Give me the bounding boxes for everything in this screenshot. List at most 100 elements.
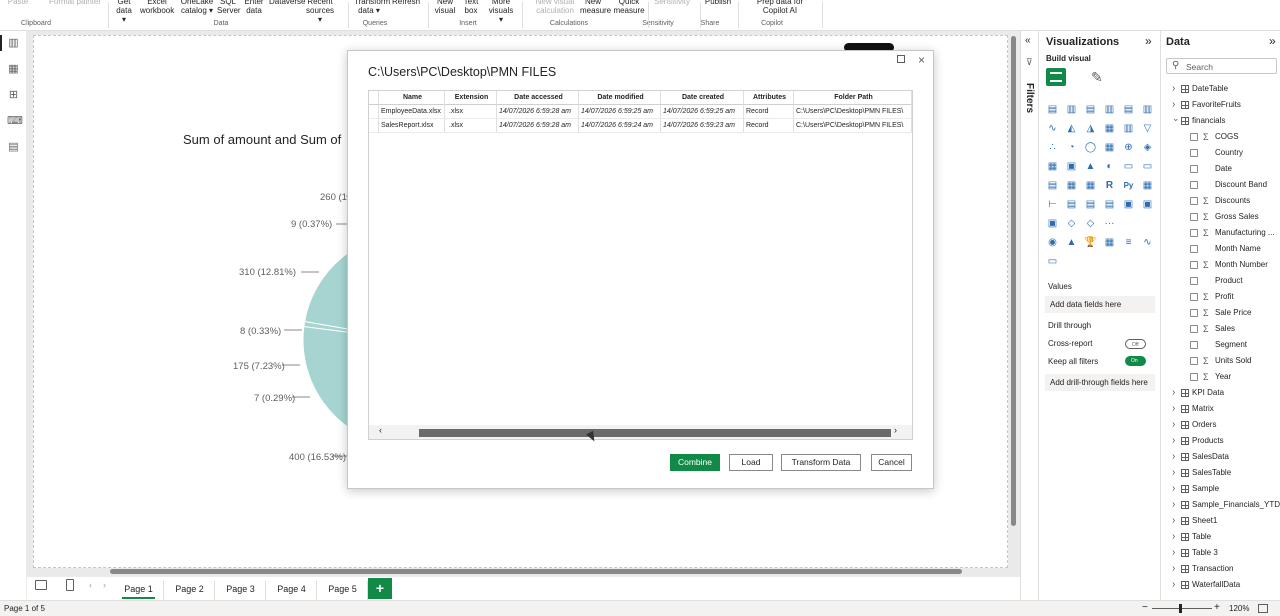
chevron-right-icon[interactable]: › [1172, 529, 1175, 545]
table-node[interactable]: ⌄ financials [1161, 113, 1280, 129]
ribbon-item-9[interactable]: Transform data ▾ [354, 0, 390, 15]
field-item[interactable]: Date [1161, 161, 1280, 177]
chevron-down-icon[interactable]: ⌄ [1172, 110, 1180, 126]
ribbon-item-17[interactable]: Sensitivity [654, 0, 690, 6]
build-visual-tab-icon[interactable] [1046, 68, 1066, 86]
field-checkbox[interactable] [1190, 309, 1198, 317]
power-apps-icon[interactable]: ▣ [1122, 198, 1135, 211]
canvas-vertical-scrollbar[interactable] [1011, 36, 1016, 526]
visual-type-icon[interactable]: ▲ [1065, 236, 1078, 249]
column-header[interactable]: Date created [661, 91, 744, 105]
zoom-out-icon[interactable]: − [1142, 602, 1148, 613]
table-node[interactable]: › KPI Data [1161, 385, 1280, 401]
treemap-icon[interactable]: ▦ [1103, 141, 1116, 154]
ribbon-item-6[interactable]: Enter data [244, 0, 264, 15]
table-node[interactable]: › Orders [1161, 417, 1280, 433]
chevron-right-icon[interactable]: › [1172, 81, 1175, 97]
chevron-right-icon[interactable]: › [1172, 513, 1175, 529]
field-item[interactable]: Σ Month Number [1161, 257, 1280, 273]
table-view-icon[interactable]: ▦ [7, 63, 20, 75]
card-icon[interactable]: ◐ [1103, 160, 1116, 173]
table-node[interactable]: › SalesData [1161, 449, 1280, 465]
scroll-left-icon[interactable]: ‹ [379, 425, 382, 435]
keep-filters-toggle[interactable]: On [1125, 356, 1146, 366]
table-icon[interactable]: ▦ [1065, 179, 1078, 192]
donut-icon[interactable]: ◯ [1084, 141, 1097, 154]
multi-row-card-icon[interactable]: ▭ [1122, 160, 1135, 173]
cancel-button[interactable]: Cancel [871, 454, 912, 471]
ribbon-item-18[interactable]: Publish [704, 0, 732, 6]
cross-report-toggle[interactable]: Off [1125, 339, 1146, 349]
field-checkbox[interactable] [1190, 373, 1198, 381]
collapse-viz-icon[interactable]: » [1145, 34, 1152, 48]
field-checkbox[interactable] [1190, 133, 1198, 141]
field-item[interactable]: Σ Profit [1161, 289, 1280, 305]
ribbon-item-10[interactable]: Refresh [392, 0, 420, 6]
ribbon-item-8[interactable]: Recent sources ▾ [306, 0, 334, 24]
field-item[interactable]: Discount Band [1161, 177, 1280, 193]
model-view-icon[interactable]: ⊞ [7, 89, 20, 101]
field-checkbox[interactable] [1190, 149, 1198, 157]
matrix-icon[interactable]: ▦ [1084, 179, 1097, 192]
100-column-icon[interactable]: ▥ [1141, 103, 1154, 116]
values-well[interactable]: Add data fields here [1045, 296, 1155, 313]
field-item[interactable]: Month Name [1161, 241, 1280, 257]
fit-to-page-icon[interactable] [1258, 604, 1268, 613]
visual-type-icon[interactable]: ▭ [1046, 255, 1059, 268]
visual-type-icon[interactable]: ▦ [1103, 236, 1116, 249]
tmdl-view-icon[interactable]: ▤ [7, 141, 20, 153]
table-node[interactable]: › Sheet1 [1161, 513, 1280, 529]
field-checkbox[interactable] [1190, 197, 1198, 205]
field-item[interactable]: Country [1161, 145, 1280, 161]
field-checkbox[interactable] [1190, 341, 1198, 349]
row-selector[interactable] [369, 119, 379, 133]
table-node[interactable]: › DateTable [1161, 81, 1280, 97]
close-icon[interactable]: × [918, 53, 925, 67]
transform-data-button[interactable]: Transform Data [781, 454, 861, 471]
chevron-right-icon[interactable]: › [1172, 433, 1175, 449]
shape-map-icon[interactable]: ▦ [1046, 160, 1059, 173]
collapse-filters-icon[interactable]: « [1025, 35, 1031, 46]
field-checkbox[interactable] [1190, 325, 1198, 333]
chevron-right-icon[interactable]: › [1172, 449, 1175, 465]
page-tab-4[interactable]: Page 4 [267, 581, 317, 601]
org-chart-icon[interactable]: ◇ [1065, 217, 1078, 230]
next-page-icon[interactable]: › [103, 580, 106, 590]
chevron-right-icon[interactable]: › [1172, 545, 1175, 561]
report-view-icon[interactable]: ▥ [0, 35, 20, 51]
prev-page-icon[interactable]: ‹ [89, 580, 92, 590]
visual-type-icon[interactable]: ∿ [1141, 236, 1154, 249]
field-checkbox[interactable] [1190, 277, 1198, 285]
area-chart-icon[interactable]: ◭ [1065, 122, 1078, 135]
zoom-in-icon[interactable]: + [1214, 602, 1220, 613]
zoom-slider[interactable] [1152, 608, 1212, 609]
table-horizontal-scrollbar[interactable]: ‹ › [369, 425, 912, 439]
clustered-column-icon[interactable]: ▥ [1065, 103, 1078, 116]
column-header[interactable]: Extension [445, 91, 497, 105]
line-chart-icon[interactable]: ∿ [1046, 122, 1059, 135]
collapse-data-icon[interactable]: » [1269, 34, 1276, 48]
ribbon-item-13[interactable]: More visuals ▾ [486, 0, 516, 24]
field-checkbox[interactable] [1190, 261, 1198, 269]
azure-map-icon[interactable]: ▣ [1065, 160, 1078, 173]
table-node[interactable]: › Sample [1161, 481, 1280, 497]
field-checkbox[interactable] [1190, 229, 1198, 237]
ribbon-item-2[interactable]: Get data ▾ [114, 0, 134, 24]
ribbon-item-15[interactable]: New measure [580, 0, 611, 15]
column-header[interactable]: Date modified [579, 91, 661, 105]
more-visuals-icon[interactable]: ◇ [1084, 217, 1097, 230]
qa-icon[interactable]: ▤ [1065, 198, 1078, 211]
zoom-slider-thumb[interactable] [1179, 604, 1182, 613]
desktop-layout-icon[interactable] [35, 580, 47, 590]
filters-label[interactable]: Filters [1024, 83, 1035, 113]
field-item[interactable]: Σ Manufacturing ... [1161, 225, 1280, 241]
table-node[interactable]: › Table [1161, 529, 1280, 545]
stacked-column-icon[interactable]: ▥ [1103, 103, 1116, 116]
page-tab-2[interactable]: Page 2 [165, 581, 215, 601]
field-item[interactable]: Σ Year [1161, 369, 1280, 385]
ribbon-chart-icon[interactable]: ▦ [1103, 122, 1116, 135]
ribbon-item-19[interactable]: Prep data for Copilot AI [744, 0, 816, 15]
power-automate-icon[interactable]: ▣ [1141, 198, 1154, 211]
table-node[interactable]: › Sample_Financials_YTD [1161, 497, 1280, 513]
pie-icon[interactable]: ◔ [1065, 141, 1078, 154]
